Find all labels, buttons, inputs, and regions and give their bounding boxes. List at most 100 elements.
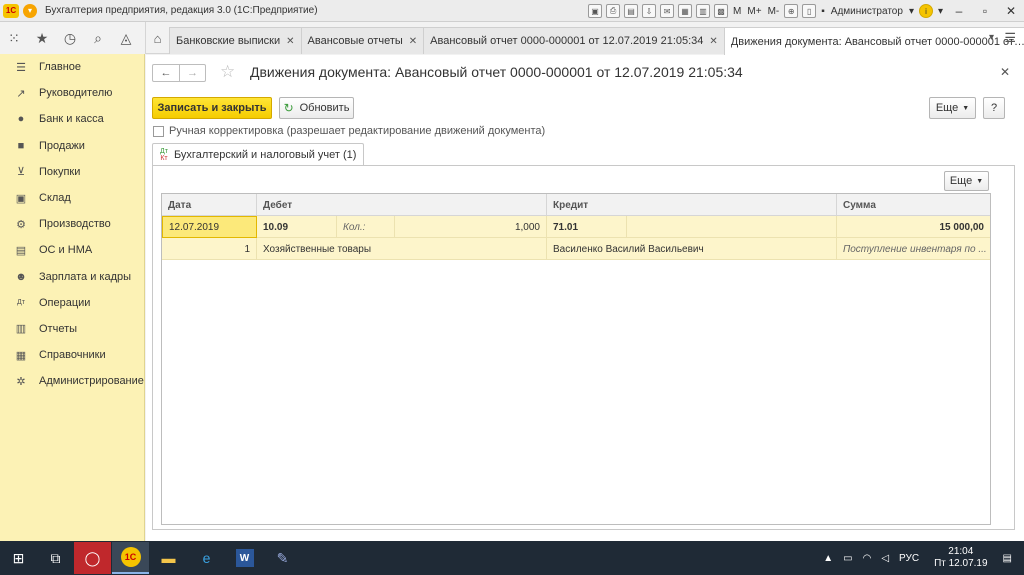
more-button[interactable]: Еще ▼: [929, 97, 976, 119]
cell-sum[interactable]: 15 000,00: [837, 216, 990, 238]
sections-sidebar: ☰ Главное ↗ Руководителю ● Банк и касса ■ Пр…: [0, 54, 145, 541]
sidebar-item-salary[interactable]: ☻ Зарплата и кадры: [0, 264, 144, 290]
tab-advance-reports[interactable]: Авансовые отчеты ✕: [300, 27, 425, 54]
favorites-star-icon[interactable]: ★: [28, 22, 56, 54]
minimize-button[interactable]: –: [946, 0, 972, 22]
sidebar-item-admin[interactable]: ✲ Администрирование: [0, 368, 144, 394]
calculator-icon[interactable]: ▩: [714, 4, 729, 18]
internet-explorer-icon[interactable]: e: [188, 542, 225, 574]
tab-accounting[interactable]: Дт Кт Бухгалтерский и налоговый учет (1): [152, 143, 365, 165]
tab-bank-statements[interactable]: Банковские выписки ✕: [169, 27, 302, 54]
window-icon[interactable]: ▯: [802, 4, 817, 18]
1c-app-icon[interactable]: 1С: [112, 542, 149, 574]
bell-icon[interactable]: ◬: [112, 22, 140, 54]
memory-plus-button[interactable]: M+: [747, 6, 761, 17]
back-arrow-icon[interactable]: ←: [153, 65, 179, 81]
battery-icon[interactable]: ▭: [843, 553, 852, 564]
preview-icon[interactable]: ▤: [624, 4, 639, 18]
column-header-date[interactable]: Дата: [162, 194, 257, 216]
memory-minus-button[interactable]: M-: [768, 6, 780, 17]
sidebar-item-label: Руководителю: [39, 87, 113, 100]
sidebar-item-warehouse[interactable]: ▣ Склад: [0, 185, 144, 211]
history-icon[interactable]: ◷: [56, 22, 84, 54]
tray-chevron-up-icon[interactable]: ▲: [823, 553, 833, 564]
clock[interactable]: 21:04 Пт 12.07.19: [934, 546, 987, 570]
sidebar-item-reports[interactable]: ▥ Отчеты: [0, 316, 144, 342]
close-icon[interactable]: ✕: [286, 36, 294, 47]
memory-button[interactable]: M: [733, 6, 741, 17]
tabs-menu-icon[interactable]: ☰: [1004, 30, 1016, 46]
help-button[interactable]: ?: [983, 97, 1005, 119]
wifi-icon[interactable]: ◠: [863, 553, 872, 564]
calendar-icon[interactable]: ▥: [696, 4, 711, 18]
volume-icon[interactable]: ◁: [881, 553, 889, 564]
cell-credit-empty[interactable]: [627, 216, 837, 238]
windows-taskbar: ⊞ ⧉ ◯ 1С ▬ e W ✎ ▲ ▭ ◠ ◁ РУС 21:04 Пт 12…: [0, 541, 1024, 575]
task-view-icon[interactable]: ⧉: [37, 541, 74, 575]
sidebar-item-directories[interactable]: ▦ Справочники: [0, 342, 144, 368]
column-header-sum[interactable]: Сумма: [837, 194, 990, 216]
cell-debit-account[interactable]: 10.09: [257, 216, 337, 238]
language-indicator[interactable]: РУС: [899, 553, 919, 564]
user-name[interactable]: Администратор: [831, 6, 903, 17]
print-icon[interactable]: ⎙: [606, 4, 621, 18]
opera-icon[interactable]: ◯: [74, 542, 111, 574]
search-icon[interactable]: ⌕: [84, 22, 112, 54]
user-chevron-icon[interactable]: ▾: [909, 6, 914, 17]
sidebar-item-purchases[interactable]: ⊻ Покупки: [0, 159, 144, 185]
windows-start-icon[interactable]: ⊞: [0, 541, 37, 575]
cell-date[interactable]: 12.07.2019: [162, 216, 257, 238]
table-header: Дата Дебет Кредит Сумма: [162, 194, 990, 216]
cell-qty[interactable]: 1,000: [395, 216, 547, 238]
sidebar-item-operations[interactable]: Дт Операции: [0, 290, 144, 316]
sidebar-item-manager[interactable]: ↗ Руководителю: [0, 80, 144, 106]
info-chevron-icon[interactable]: ▾: [938, 6, 943, 17]
tabs-scroll-icon[interactable]: ▾: [989, 32, 994, 43]
favorite-star-icon[interactable]: ☆: [220, 62, 235, 82]
close-window-button[interactable]: ✕: [998, 0, 1024, 22]
link-icon[interactable]: ⇩: [642, 4, 657, 18]
tab-advance-report-doc[interactable]: Авансовый отчет 0000-000001 от 12.07.201…: [423, 27, 725, 54]
cell-qty-label: Кол.:: [337, 216, 395, 238]
save-icon[interactable]: ▣: [588, 4, 603, 18]
forward-arrow-icon[interactable]: →: [179, 65, 205, 81]
maximize-button[interactable]: ▫: [972, 0, 998, 22]
table-row[interactable]: 1 Хозяйственные товары Василенко Василий…: [162, 238, 990, 260]
chevron-down-icon: ▼: [962, 104, 970, 112]
tab-document-movements[interactable]: Движения документа: Авансовый отчет 0000…: [723, 27, 1024, 55]
close-icon[interactable]: ✕: [709, 36, 717, 47]
zoom-icon[interactable]: ⊕: [784, 4, 799, 18]
file-explorer-icon[interactable]: ▬: [150, 542, 187, 574]
mail-icon[interactable]: ✉: [660, 4, 675, 18]
trend-icon: ↗: [16, 87, 26, 100]
close-icon[interactable]: ✕: [409, 36, 417, 47]
table-icon[interactable]: ▦: [678, 4, 693, 18]
refresh-button[interactable]: ↻ Обновить: [279, 97, 354, 119]
sidebar-item-main[interactable]: ☰ Главное: [0, 54, 144, 80]
main-menu-button[interactable]: ▾: [23, 3, 37, 18]
notifications-icon[interactable]: ▤: [1003, 553, 1012, 564]
sidebar-item-bank[interactable]: ● Банк и касса: [0, 106, 144, 132]
paint-icon[interactable]: ✎: [264, 542, 301, 574]
page-title: Движения документа: Авансовый отчет 0000…: [250, 64, 743, 80]
movements-table[interactable]: Дата Дебет Кредит Сумма 12.07.2019 10.09…: [161, 193, 991, 525]
close-icon[interactable]: ✕: [1000, 65, 1010, 79]
sections-grid-icon[interactable]: ⁙: [0, 22, 28, 54]
info-icon[interactable]: i: [918, 4, 933, 18]
column-header-credit[interactable]: Кредит: [547, 194, 837, 216]
cell-debit-subconto[interactable]: Хозяйственные товары: [257, 238, 547, 260]
grid-more-button[interactable]: Еще ▼: [944, 171, 989, 191]
save-and-close-button[interactable]: Записать и закрыть: [152, 97, 272, 119]
sidebar-item-assets[interactable]: ▤ ОС и НМА: [0, 237, 144, 263]
column-header-debit[interactable]: Дебет: [257, 194, 547, 216]
cell-content[interactable]: Поступление инвентаря по ...: [837, 238, 990, 260]
cell-credit-account[interactable]: 71.01: [547, 216, 627, 238]
sidebar-item-sales[interactable]: ■ Продажи: [0, 133, 144, 159]
word-icon[interactable]: W: [226, 542, 263, 574]
manual-correction-checkbox[interactable]: [153, 125, 164, 137]
table-row[interactable]: 12.07.2019 10.09 Кол.: 1,000 71.01 15 00…: [162, 216, 990, 238]
cell-credit-subconto[interactable]: Василенко Василий Васильевич: [547, 238, 837, 260]
sidebar-item-label: Справочники: [39, 349, 106, 362]
sidebar-item-production[interactable]: ⚙ Производство: [0, 211, 144, 237]
home-icon[interactable]: ⌂: [145, 22, 169, 54]
